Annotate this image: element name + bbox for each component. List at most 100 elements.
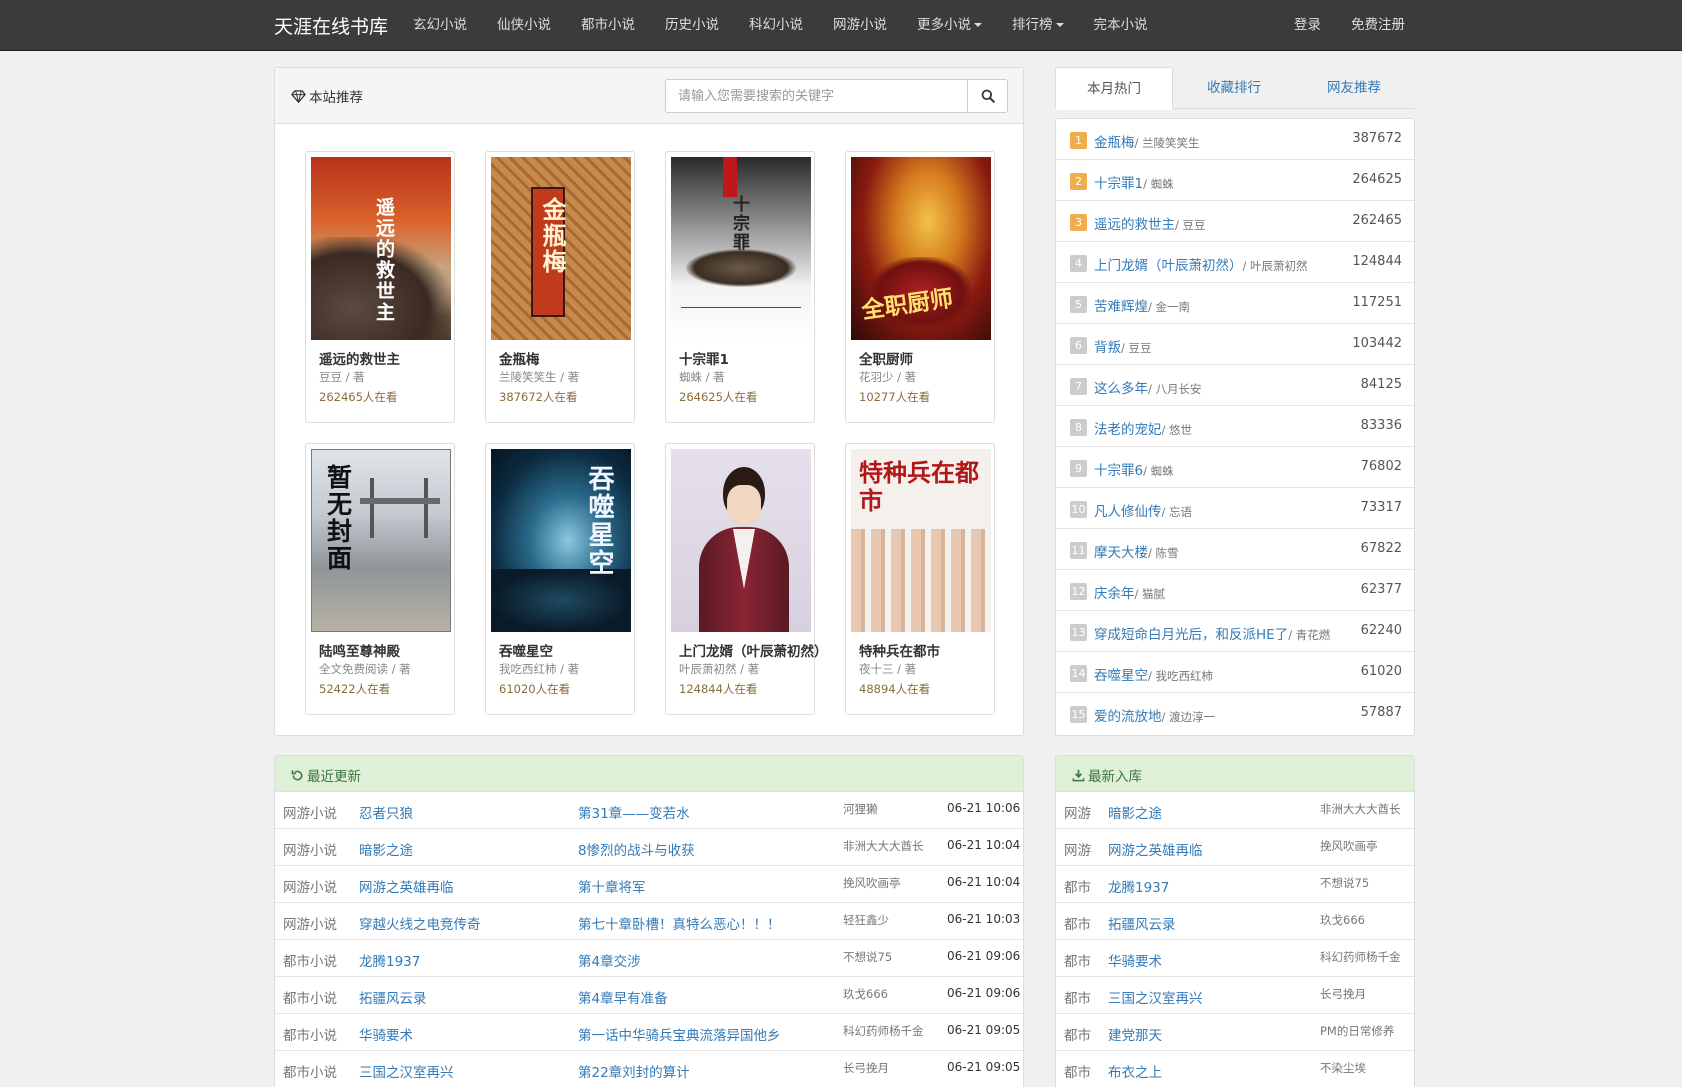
update-row: 网游小说 网游之英雄再临 第十章将军 挽风吹画亭 06-21 10:04 xyxy=(275,866,1023,903)
update-chapter-link[interactable]: 第4章早有准备 xyxy=(578,987,668,1007)
update-chapter-link[interactable]: 第七十章卧槽！真特么恶心！！！ xyxy=(578,913,781,933)
book-cover[interactable] xyxy=(671,449,811,632)
rank-book-link[interactable]: 凡人修仙传 xyxy=(1094,504,1162,520)
new-books-title-text: 最新入库 xyxy=(1088,769,1142,785)
new-book-category: 都市 xyxy=(1064,1028,1091,1044)
rank-book-link[interactable]: 苦难辉煌 xyxy=(1094,299,1148,315)
new-book-link[interactable]: 三国之汉室再兴 xyxy=(1108,987,1203,1007)
new-book-link[interactable]: 建党那天 xyxy=(1108,1024,1162,1044)
rank-book-link[interactable]: 穿成短命白月光后，和反派HE了 xyxy=(1094,627,1288,643)
rank-book-link[interactable]: 上门龙婿（叶辰萧初然） xyxy=(1094,258,1243,274)
update-chapter-link[interactable]: 8惨烈的战斗与收获 xyxy=(578,839,695,859)
new-book-link[interactable]: 暗影之途 xyxy=(1108,802,1162,822)
update-chapter-link[interactable]: 第十章将军 xyxy=(578,876,646,896)
rank-book-link[interactable]: 遥远的救世主 xyxy=(1094,217,1175,233)
book-card[interactable]: 全职厨师 全职厨师 花羽少 / 著 10277人在看 xyxy=(845,151,995,423)
rank-number: 11 xyxy=(1070,542,1087,559)
update-chapter-link[interactable]: 第4章交涉 xyxy=(578,950,641,970)
update-book-link[interactable]: 三国之汉室再兴 xyxy=(359,1061,454,1081)
rank-book-link[interactable]: 金瓶梅 xyxy=(1094,135,1135,151)
book-card[interactable]: 特种兵在都市 特种兵在都市 夜十三 / 著 48894人在看 xyxy=(845,443,995,715)
nav-link-dushi[interactable]: 都市小说 xyxy=(566,0,650,51)
recommend-book-grid: 遥远的救世主 遥远的救世主 豆豆 / 著 262465人在看 金瓶梅 金瓶梅 兰… xyxy=(305,151,995,715)
rank-author: / 八月长安 xyxy=(1148,382,1202,396)
book-cover[interactable]: 金瓶梅 xyxy=(491,157,631,340)
new-book-link[interactable]: 网游之英雄再临 xyxy=(1108,839,1203,859)
update-time: 06-21 09:06 xyxy=(947,949,1021,963)
update-chapter-link[interactable]: 第一话中华骑兵宝典流落异国他乡 xyxy=(578,1024,781,1044)
rank-book-link[interactable]: 十宗罪6 xyxy=(1094,463,1143,479)
rank-entry: 摩天大楼/ 陈雪 xyxy=(1094,541,1179,561)
rank-count: 262465 xyxy=(1352,213,1402,228)
register-link[interactable]: 免费注册 xyxy=(1336,0,1420,51)
rank-book-link[interactable]: 这么多年 xyxy=(1094,381,1148,397)
book-cover[interactable]: 全职厨师 xyxy=(851,157,991,340)
rank-book-link[interactable]: 吞噬星空 xyxy=(1094,668,1148,684)
update-book-link[interactable]: 忍者只狼 xyxy=(359,802,413,822)
nav-dropdown-ranking[interactable]: 排行榜 xyxy=(997,0,1079,51)
nav-dropdown-more[interactable]: 更多小说 xyxy=(902,0,997,51)
book-cover[interactable]: 吞噬星空 xyxy=(491,449,631,632)
book-card[interactable]: 上门龙婿（叶辰萧初然） 叶辰萧初然 / 著 124844人在看 xyxy=(665,443,828,715)
search-button[interactable] xyxy=(967,79,1008,113)
rank-book-link[interactable]: 十宗罪1 xyxy=(1094,176,1143,192)
new-book-author: 长弓挽月 xyxy=(1320,987,1366,1001)
book-card[interactable]: 金瓶梅 金瓶梅 兰陵笑笑生 / 著 387672人在看 xyxy=(485,151,635,423)
book-title[interactable]: 十宗罪1 xyxy=(679,348,729,368)
rank-author: / 兰陵笑笑生 xyxy=(1134,136,1200,150)
update-book-link[interactable]: 华骑要术 xyxy=(359,1024,413,1044)
rank-book-link[interactable]: 摩天大楼 xyxy=(1094,545,1148,561)
book-cover[interactable]: 暂无封面 xyxy=(311,449,451,632)
book-card[interactable]: 暂无封面 陆鸣至尊神殿 全文免费阅读 / 著 52422人在看 xyxy=(305,443,455,715)
tab-favorites-rank[interactable]: 收藏排行 xyxy=(1175,67,1293,110)
rank-book-link[interactable]: 爱的流放地 xyxy=(1094,709,1162,725)
book-card[interactable]: 遥远的救世主 遥远的救世主 豆豆 / 著 262465人在看 xyxy=(305,151,455,423)
book-card[interactable]: 吞噬星空 吞噬星空 我吃西红柿 / 著 61020人在看 xyxy=(485,443,635,715)
update-book-link[interactable]: 穿越火线之电竞传奇 xyxy=(359,913,481,933)
update-chapter-link[interactable]: 第22章刘封的算计 xyxy=(578,1061,690,1081)
new-book-link[interactable]: 华骑要术 xyxy=(1108,950,1162,970)
book-title[interactable]: 遥远的救世主 xyxy=(319,348,400,368)
update-chapter-link[interactable]: 第31章——变若水 xyxy=(578,802,690,822)
book-title[interactable]: 上门龙婿（叶辰萧初然） xyxy=(679,640,828,660)
nav-link-lishi[interactable]: 历史小说 xyxy=(650,0,734,51)
rank-entry: 穿成短命白月光后，和反派HE了/ 青花燃 xyxy=(1094,623,1330,643)
book-cover[interactable]: 十宗罪 xyxy=(671,157,811,340)
book-title[interactable]: 陆鸣至尊神殿 xyxy=(319,640,400,660)
new-book-author: 科幻药师杨千金 xyxy=(1320,950,1401,964)
book-title[interactable]: 特种兵在都市 xyxy=(859,640,940,660)
search-input[interactable] xyxy=(665,79,968,113)
book-readers: 124844人在看 xyxy=(679,682,758,696)
tab-monthly-hot[interactable]: 本月热门 xyxy=(1055,67,1173,110)
book-cover[interactable]: 遥远的救世主 xyxy=(311,157,451,340)
new-book-link[interactable]: 布衣之上 xyxy=(1108,1061,1162,1081)
rank-book-link[interactable]: 法老的宠妃 xyxy=(1094,422,1162,438)
update-book-link[interactable]: 网游之英雄再临 xyxy=(359,876,454,896)
recommend-panel-heading: 本站推荐 xyxy=(275,68,1023,124)
diamond-icon xyxy=(291,89,306,103)
book-title[interactable]: 全职厨师 xyxy=(859,348,913,368)
rank-book-link[interactable]: 背叛 xyxy=(1094,340,1121,356)
book-card[interactable]: 十宗罪 十宗罪1 蜘蛛 / 著 264625人在看 xyxy=(665,151,815,423)
update-category: 都市小说 xyxy=(283,954,337,970)
nav-link-xuanhuan[interactable]: 玄幻小说 xyxy=(398,0,482,51)
book-title[interactable]: 吞噬星空 xyxy=(499,640,553,660)
rank-book-link[interactable]: 庆余年 xyxy=(1094,586,1135,602)
hot-tabs: 本月热门 收藏排行 网友推荐 xyxy=(1055,67,1415,110)
book-cover[interactable]: 特种兵在都市 xyxy=(851,449,991,632)
nav-link-xianxia[interactable]: 仙侠小说 xyxy=(482,0,566,51)
tab-user-recommend[interactable]: 网友推荐 xyxy=(1295,67,1413,110)
nav-link-wanben[interactable]: 完本小说 xyxy=(1079,0,1163,51)
new-book-link[interactable]: 拓疆风云录 xyxy=(1108,913,1176,933)
site-brand[interactable]: 天涯在线书库 xyxy=(274,12,388,39)
nav-link-wangyou[interactable]: 网游小说 xyxy=(818,0,902,51)
login-link[interactable]: 登录 xyxy=(1279,0,1336,51)
book-author: 蜘蛛 / 著 xyxy=(679,370,725,384)
update-book-link[interactable]: 暗影之途 xyxy=(359,839,413,859)
nav-link-kehuan[interactable]: 科幻小说 xyxy=(734,0,818,51)
book-title[interactable]: 金瓶梅 xyxy=(499,348,540,368)
update-book-link[interactable]: 拓疆风云录 xyxy=(359,987,427,1007)
update-book-link[interactable]: 龙腾1937 xyxy=(359,950,420,970)
new-book-link[interactable]: 龙腾1937 xyxy=(1108,876,1169,896)
rank-number: 14 xyxy=(1070,665,1087,682)
